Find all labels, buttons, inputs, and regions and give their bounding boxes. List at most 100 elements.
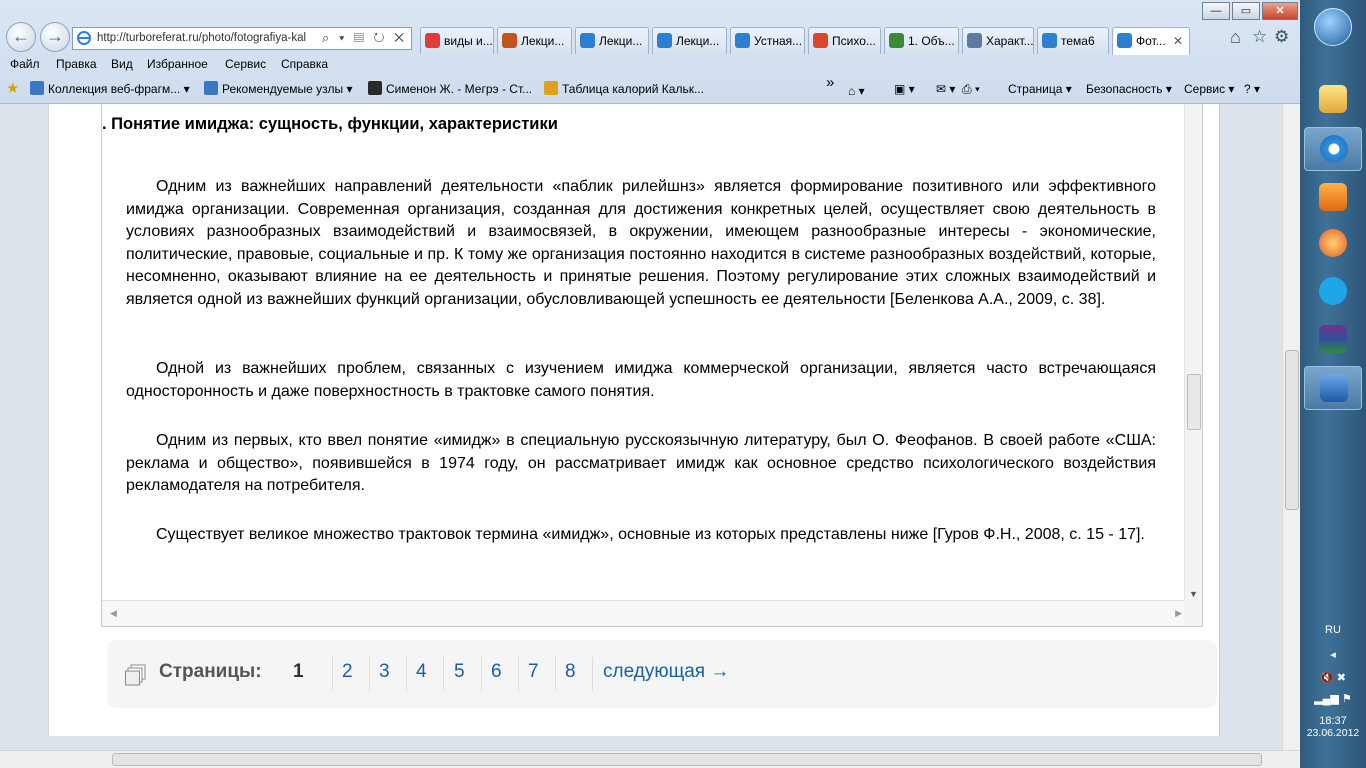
pagination: Страницы: 1 2 3 4 5 6 7 8 следующая → — [107, 640, 1217, 708]
favorite-icon — [368, 81, 382, 95]
menu-item-4[interactable]: Избранное — [147, 57, 208, 71]
tab-label: Лекци... — [599, 34, 643, 48]
menu-item-3[interactable]: Вид — [111, 57, 133, 71]
favorite-link-1[interactable]: Коллекция веб-фрагм... ▾ — [30, 78, 190, 100]
site-container: . Понятие имиджа: сущность, функции, хар… — [48, 104, 1220, 736]
home-icon-dup[interactable]: ⌂ — [1230, 26, 1241, 48]
page-separator — [369, 657, 370, 691]
tab-9[interactable]: тема6 — [1037, 27, 1109, 54]
forward-button[interactable]: → — [40, 22, 70, 52]
page-link-8[interactable]: 8 — [565, 661, 576, 683]
tab-label: Характ... — [986, 34, 1034, 48]
page-scroll-thumb[interactable] — [1285, 350, 1299, 510]
scroll-down-arrow-icon[interactable]: ▼ — [1189, 589, 1198, 599]
tab-2[interactable]: Лекци... — [497, 27, 572, 54]
next-page-link[interactable]: следующая → — [603, 661, 729, 683]
system-tray: RU ◂ 🔇 ✖ ▂▄▆ ⚑ 18:37 23.06.2012 — [1300, 620, 1366, 739]
menu-item-5[interactable]: Сервис — [225, 57, 266, 71]
scroll-left-arrow-icon[interactable]: ◀ — [110, 608, 117, 619]
tab-close-icon[interactable]: ✕ — [1173, 28, 1183, 54]
page-separator — [555, 657, 556, 691]
taskbar-word[interactable] — [1304, 366, 1362, 410]
tab-3[interactable]: Лекци... — [575, 27, 649, 54]
taskbar-skype[interactable] — [1304, 270, 1362, 314]
favorite-link-4[interactable]: Таблица калорий Кальк... — [544, 78, 704, 100]
overflow-chevron-icon[interactable]: » — [826, 72, 834, 94]
minimize-button[interactable]: — — [1202, 2, 1230, 20]
start-button[interactable] — [1314, 8, 1352, 46]
taskbar-firefox[interactable] — [1304, 222, 1362, 266]
page-link-4[interactable]: 4 — [416, 661, 427, 683]
command-label: Безопасность — [1086, 82, 1163, 96]
command-menu-1[interactable]: Страница ▾ — [1008, 78, 1072, 100]
address-tools-icons[interactable]: ⌕ ▾ ▤ ↻ ✕ — [322, 30, 407, 46]
tab-favicon-icon — [1042, 33, 1057, 48]
language-indicator[interactable]: RU — [1300, 624, 1366, 636]
document-vertical-scrollbar[interactable]: ▼ — [1184, 104, 1202, 601]
scroll-right-arrow-icon[interactable]: ▶ — [1175, 608, 1182, 619]
clock-date[interactable]: 23.06.2012 — [1300, 727, 1366, 739]
mail-icon[interactable]: ✉ ▾ — [936, 78, 955, 100]
tray-expand-icon[interactable]: ◂ — [1300, 648, 1366, 661]
word-icon — [1320, 374, 1348, 402]
page-link-5[interactable]: 5 — [454, 661, 465, 683]
page-link-2[interactable]: 2 — [342, 661, 353, 683]
maximize-button[interactable]: ▭ — [1232, 2, 1260, 20]
tab-label: Устная... — [754, 34, 803, 48]
page-link-7[interactable]: 7 — [528, 661, 539, 683]
heading-text: . Понятие имиджа: сущность, функции, хар… — [102, 115, 558, 133]
network-icons[interactable]: ▂▄▆ ⚑ — [1300, 692, 1366, 705]
favorite-label: Рекомендуемые узлы — [222, 82, 344, 96]
favorite-link-3[interactable]: Сименон Ж. - Мегрэ - Ст... — [368, 78, 532, 100]
tab-8[interactable]: Характ... — [962, 27, 1034, 54]
document-horizontal-scrollbar[interactable]: ◀ ▶ — [102, 600, 1186, 626]
page-horizontal-scrollbar[interactable] — [0, 750, 1300, 768]
rss-icon[interactable]: ▣ ▾ — [894, 78, 915, 100]
page-separator — [518, 657, 519, 691]
tab-4[interactable]: Лекци... — [652, 27, 727, 54]
favorites-star-icon[interactable]: ☆ — [1252, 26, 1267, 48]
scroll-thumb[interactable] — [1187, 374, 1201, 430]
document-frame: . Понятие имиджа: сущность, функции, хар… — [101, 104, 1203, 627]
taskbar-winrar[interactable] — [1304, 318, 1362, 362]
tab-6[interactable]: Психо... — [808, 27, 881, 54]
tab-favicon-icon — [735, 33, 750, 48]
menu-item-2[interactable]: Правка — [56, 57, 97, 71]
taskbar-media-player[interactable] — [1304, 176, 1362, 220]
pagination-label: Страницы: — [159, 661, 262, 682]
taskbar-explorer[interactable] — [1304, 78, 1362, 122]
page-separator — [406, 657, 407, 691]
address-bar[interactable]: http://turboreferat.ru/photo/fotografiya… — [72, 27, 412, 50]
taskbar-ie[interactable] — [1304, 127, 1362, 171]
print-icon[interactable]: ⎙ ▾ — [962, 78, 980, 100]
favorites-bar: ★ » ▣ ▾ ✉ ▾ ⎙ ▾ ? ▾ Коллекция веб-фрагм.… — [0, 74, 1300, 100]
favorite-link-2[interactable]: Рекомендуемые узлы ▾ — [204, 78, 353, 100]
menu-item-6[interactable]: Справка — [281, 57, 328, 71]
page-vertical-scrollbar[interactable] — [1282, 104, 1300, 750]
tab-label: Лекци... — [521, 34, 565, 48]
tab-7[interactable]: 1. Объ... — [884, 27, 959, 54]
tab-favicon-icon — [425, 33, 440, 48]
page-current: 1 — [293, 661, 304, 682]
favorite-label: Сименон Ж. - Мегрэ - Ст... — [386, 82, 533, 96]
page-link-3[interactable]: 3 — [379, 661, 390, 683]
command-menu-2[interactable]: Безопасность ▾ — [1086, 78, 1172, 100]
clock-time[interactable]: 18:37 — [1300, 715, 1366, 727]
favorites-star-icon-bar[interactable]: ★ — [6, 78, 19, 100]
tab-favicon-icon — [502, 33, 517, 48]
page-hscroll-thumb[interactable] — [112, 753, 1262, 766]
document-heading: . Понятие имиджа: сущность, функции, хар… — [102, 115, 558, 134]
tab-5[interactable]: Устная... — [730, 27, 805, 54]
page-link-6[interactable]: 6 — [491, 661, 502, 683]
close-window-button[interactable]: ✕ — [1262, 2, 1298, 20]
tab-10[interactable]: Фот... ✕ — [1112, 27, 1190, 55]
settings-gear-icon[interactable]: ⚙ — [1274, 26, 1289, 48]
tray-icons[interactable]: 🔇 ✖ — [1300, 671, 1366, 684]
ie-page-icon — [77, 31, 91, 45]
page-separator — [592, 657, 593, 691]
tab-1[interactable]: виды и... — [420, 27, 494, 54]
help-icon[interactable]: ? ▾ — [1244, 78, 1260, 100]
menu-item-1[interactable]: Файл — [10, 57, 40, 71]
command-menu-3[interactable]: Сервис ▾ — [1184, 78, 1234, 100]
back-button[interactable]: ← — [6, 22, 36, 52]
